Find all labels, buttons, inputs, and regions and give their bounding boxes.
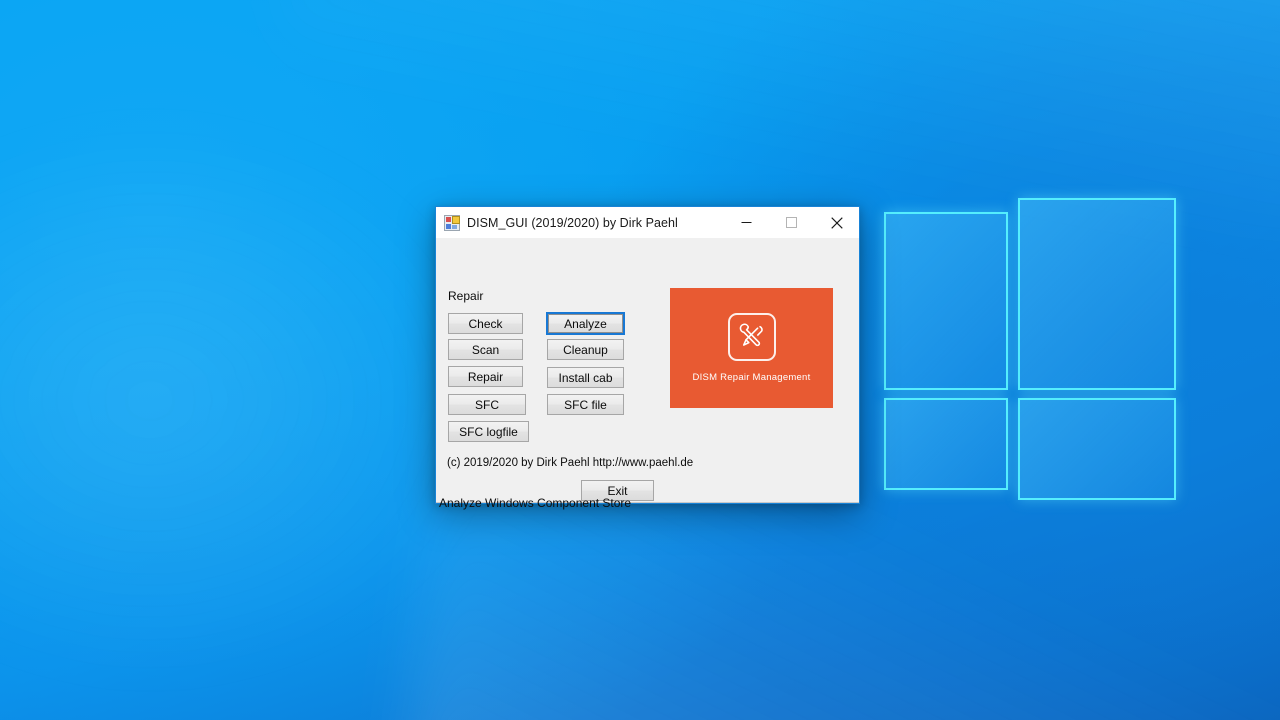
client-area: Repair Check Scan Repair SFC SFC logfile… <box>436 238 859 510</box>
minimize-icon <box>741 222 752 223</box>
title-bar[interactable]: DISM_GUI (2019/2020) by Dirk Paehl <box>436 207 859 238</box>
copyright-text: (c) 2019/2020 by Dirk Paehl http://www.p… <box>447 457 694 469</box>
desktop-wallpaper: DISM_GUI (2019/2020) by Dirk Paehl Repai… <box>0 0 1280 720</box>
windows-logo-pane-top-right <box>1018 198 1176 390</box>
check-button[interactable]: Check <box>448 313 523 334</box>
windows-logo-pane-bottom-right <box>1018 398 1176 500</box>
repair-group-label: Repair <box>448 289 484 303</box>
app-icon <box>444 214 460 231</box>
minimize-button[interactable] <box>724 208 769 238</box>
scan-button[interactable]: Scan <box>448 339 523 360</box>
sfc-file-button[interactable]: SFC file <box>547 394 624 415</box>
sfc-button[interactable]: SFC <box>448 394 526 415</box>
logo-caption: DISM Repair Management <box>692 372 811 383</box>
repair-button[interactable]: Repair <box>448 366 523 387</box>
maximize-button[interactable] <box>769 208 814 238</box>
windows-logo <box>884 198 1176 500</box>
wallpaper-light-sweep-left <box>0 120 500 680</box>
close-icon <box>830 216 843 229</box>
window-title: DISM_GUI (2019/2020) by Dirk Paehl <box>467 215 678 230</box>
status-bar-text: Analyze Windows Component Store <box>439 496 632 510</box>
dism-gui-window: DISM_GUI (2019/2020) by Dirk Paehl Repai… <box>435 206 860 510</box>
install-cab-button[interactable]: Install cab <box>547 367 624 388</box>
sfc-logfile-button[interactable]: SFC logfile <box>448 421 529 442</box>
windows-logo-pane-top-left <box>884 212 1008 390</box>
close-button[interactable] <box>814 208 859 238</box>
analyze-button[interactable]: Analyze <box>546 312 625 335</box>
dism-logo-panel: DISM Repair Management <box>670 288 833 408</box>
windows-logo-pane-bottom-left <box>884 398 1008 490</box>
maximize-icon <box>786 217 797 228</box>
tools-wrench-screwdriver-icon <box>727 313 776 361</box>
cleanup-button[interactable]: Cleanup <box>547 339 624 360</box>
